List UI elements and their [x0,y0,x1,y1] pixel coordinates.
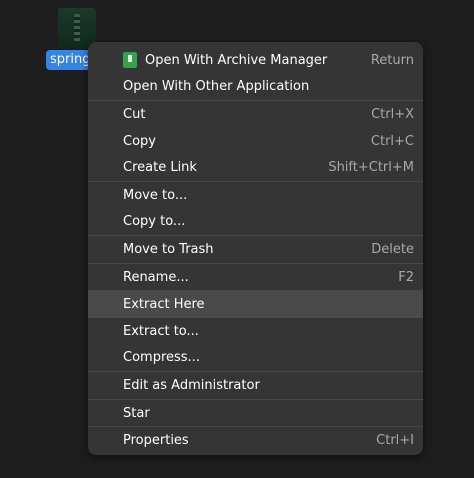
menu-item-open-with-other-application[interactable]: Open With Other Application [88,74,423,101]
zipper-graphic [74,14,80,42]
menu-item-compress[interactable]: Compress... [88,345,423,372]
menu-item-open-with-archive-manager[interactable]: Open With Archive Manager Return [88,47,423,74]
menu-item-label: Move to... [123,187,188,203]
menu-item-move-to-trash[interactable]: Move to Trash Delete [88,236,423,263]
menu-item-shortcut: Return [370,52,414,68]
menu-item-extract-to[interactable]: Extract to... [88,318,423,345]
menu-item-copy[interactable]: Copy Ctrl+C [88,128,423,155]
menu-item-copy-to[interactable]: Copy to... [88,209,423,236]
menu-item-cut[interactable]: Cut Ctrl+X [88,101,423,128]
menu-item-label: Copy to... [123,214,186,230]
menu-item-shortcut: F2 [398,269,414,285]
menu-item-label: Open With Archive Manager [145,52,328,68]
menu-item-properties[interactable]: Properties Ctrl+I [88,427,423,454]
context-menu: Open With Archive Manager Return Open Wi… [88,42,423,455]
menu-item-label: Compress... [123,350,200,366]
menu-item-shortcut: Ctrl+C [370,133,414,149]
menu-item-label: Properties [123,433,189,449]
menu-item-star[interactable]: Star [88,400,423,427]
desktop: spring. Open With Archive Manager Return… [0,0,474,478]
menu-item-label: Copy [123,133,156,149]
menu-item-rename[interactable]: Rename... F2 [88,264,423,291]
menu-item-label: Cut [123,106,146,122]
menu-item-label: Rename... [123,269,189,285]
menu-item-extract-here[interactable]: Extract Here [88,291,423,318]
zip-archive-icon[interactable] [58,8,96,48]
menu-item-label: Star [123,405,150,421]
menu-item-create-link[interactable]: Create Link Shift+Ctrl+M [88,154,423,181]
archive-manager-icon [123,52,137,69]
menu-item-move-to[interactable]: Move to... [88,182,423,209]
menu-item-edit-as-administrator[interactable]: Edit as Administrator [88,372,423,399]
menu-item-label: Edit as Administrator [123,377,260,393]
menu-item-label: Open With Other Application [123,79,310,95]
menu-item-label: Create Link [123,160,197,176]
menu-item-label: Extract to... [123,323,199,339]
menu-item-shortcut: Ctrl+X [371,106,414,122]
menu-item-shortcut: Shift+Ctrl+M [328,160,414,176]
menu-item-shortcut: Ctrl+I [376,433,414,449]
menu-item-shortcut: Delete [371,241,414,257]
menu-item-label: Move to Trash [123,241,214,257]
menu-item-label: Extract Here [123,297,205,313]
